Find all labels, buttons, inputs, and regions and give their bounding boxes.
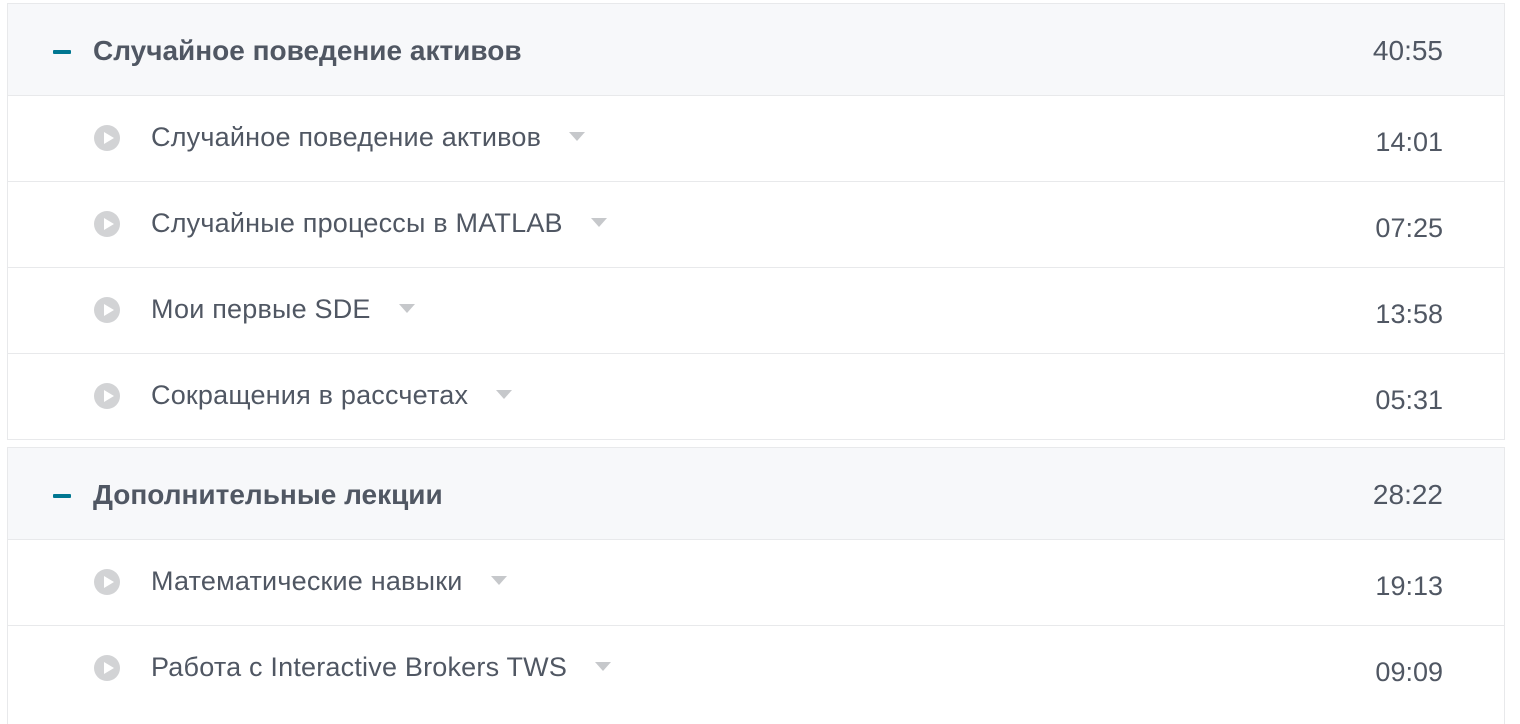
lecture-row[interactable]: Сокращения в рассчетах 05:31 [8, 354, 1504, 439]
section-header[interactable]: Случайное поведение активов 40:55 [8, 4, 1504, 96]
lecture-title-group: Случайное поведение активов [151, 122, 586, 153]
lecture-title-group: Работа с Interactive Brokers TWS [151, 652, 612, 683]
lecture-title[interactable]: Случайное поведение активов [151, 122, 541, 153]
lecture-duration: 13:58 [1375, 299, 1443, 329]
caret-down-icon[interactable] [496, 390, 513, 399]
play-circle-icon[interactable] [94, 297, 120, 323]
section-header[interactable]: Дополнительные лекции 28:22 [8, 448, 1504, 540]
section-duration: 28:22 [1372, 479, 1443, 510]
lecture-title[interactable]: Математические навыки [151, 566, 463, 597]
lecture-row[interactable]: Работа с Interactive Brokers TWS 09:09 [8, 626, 1504, 711]
lecture-row[interactable]: Случайные процессы в MATLAB 07:25 [8, 182, 1504, 268]
play-circle-icon[interactable] [94, 125, 120, 151]
lecture-row[interactable]: Мои первые SDE 13:58 [8, 268, 1504, 354]
lecture-title-group: Случайные процессы в MATLAB [151, 208, 607, 239]
caret-down-icon[interactable] [590, 218, 607, 227]
curriculum-section: Случайное поведение активов 40:55 Случай… [7, 3, 1505, 440]
caret-down-icon[interactable] [569, 132, 586, 141]
curriculum-section: Дополнительные лекции 28:22 Математическ… [7, 447, 1505, 724]
section-title: Случайное поведение активов [93, 35, 522, 66]
lecture-duration: 07:25 [1375, 213, 1443, 243]
play-circle-icon[interactable] [94, 383, 120, 409]
lecture-title-group: Мои первые SDE [151, 294, 415, 325]
lecture-title-group: Сокращения в рассчетах [151, 380, 513, 411]
section-title: Дополнительные лекции [93, 479, 443, 510]
minus-icon[interactable] [53, 494, 71, 498]
lecture-duration: 14:01 [1375, 127, 1443, 157]
section-duration: 40:55 [1372, 35, 1443, 66]
minus-icon[interactable] [53, 50, 71, 54]
caret-down-icon[interactable] [490, 576, 507, 585]
play-circle-icon[interactable] [94, 569, 120, 595]
lecture-duration: 09:09 [1375, 657, 1443, 687]
lecture-title[interactable]: Мои первые SDE [151, 294, 371, 325]
lecture-row[interactable]: Случайное поведение активов 14:01 [8, 96, 1504, 182]
lecture-row[interactable]: Математические навыки 19:13 [8, 540, 1504, 626]
lecture-title[interactable]: Работа с Interactive Brokers TWS [151, 652, 567, 683]
caret-down-icon[interactable] [398, 304, 415, 313]
lecture-duration: 05:31 [1375, 385, 1443, 415]
lecture-title[interactable]: Случайные процессы в MATLAB [151, 208, 563, 239]
play-circle-icon[interactable] [94, 211, 120, 237]
lecture-title-group: Математические навыки [151, 566, 507, 597]
lecture-title[interactable]: Сокращения в рассчетах [151, 380, 468, 411]
play-circle-icon[interactable] [94, 655, 120, 681]
caret-down-icon[interactable] [595, 662, 612, 671]
lecture-duration: 19:13 [1375, 571, 1443, 601]
